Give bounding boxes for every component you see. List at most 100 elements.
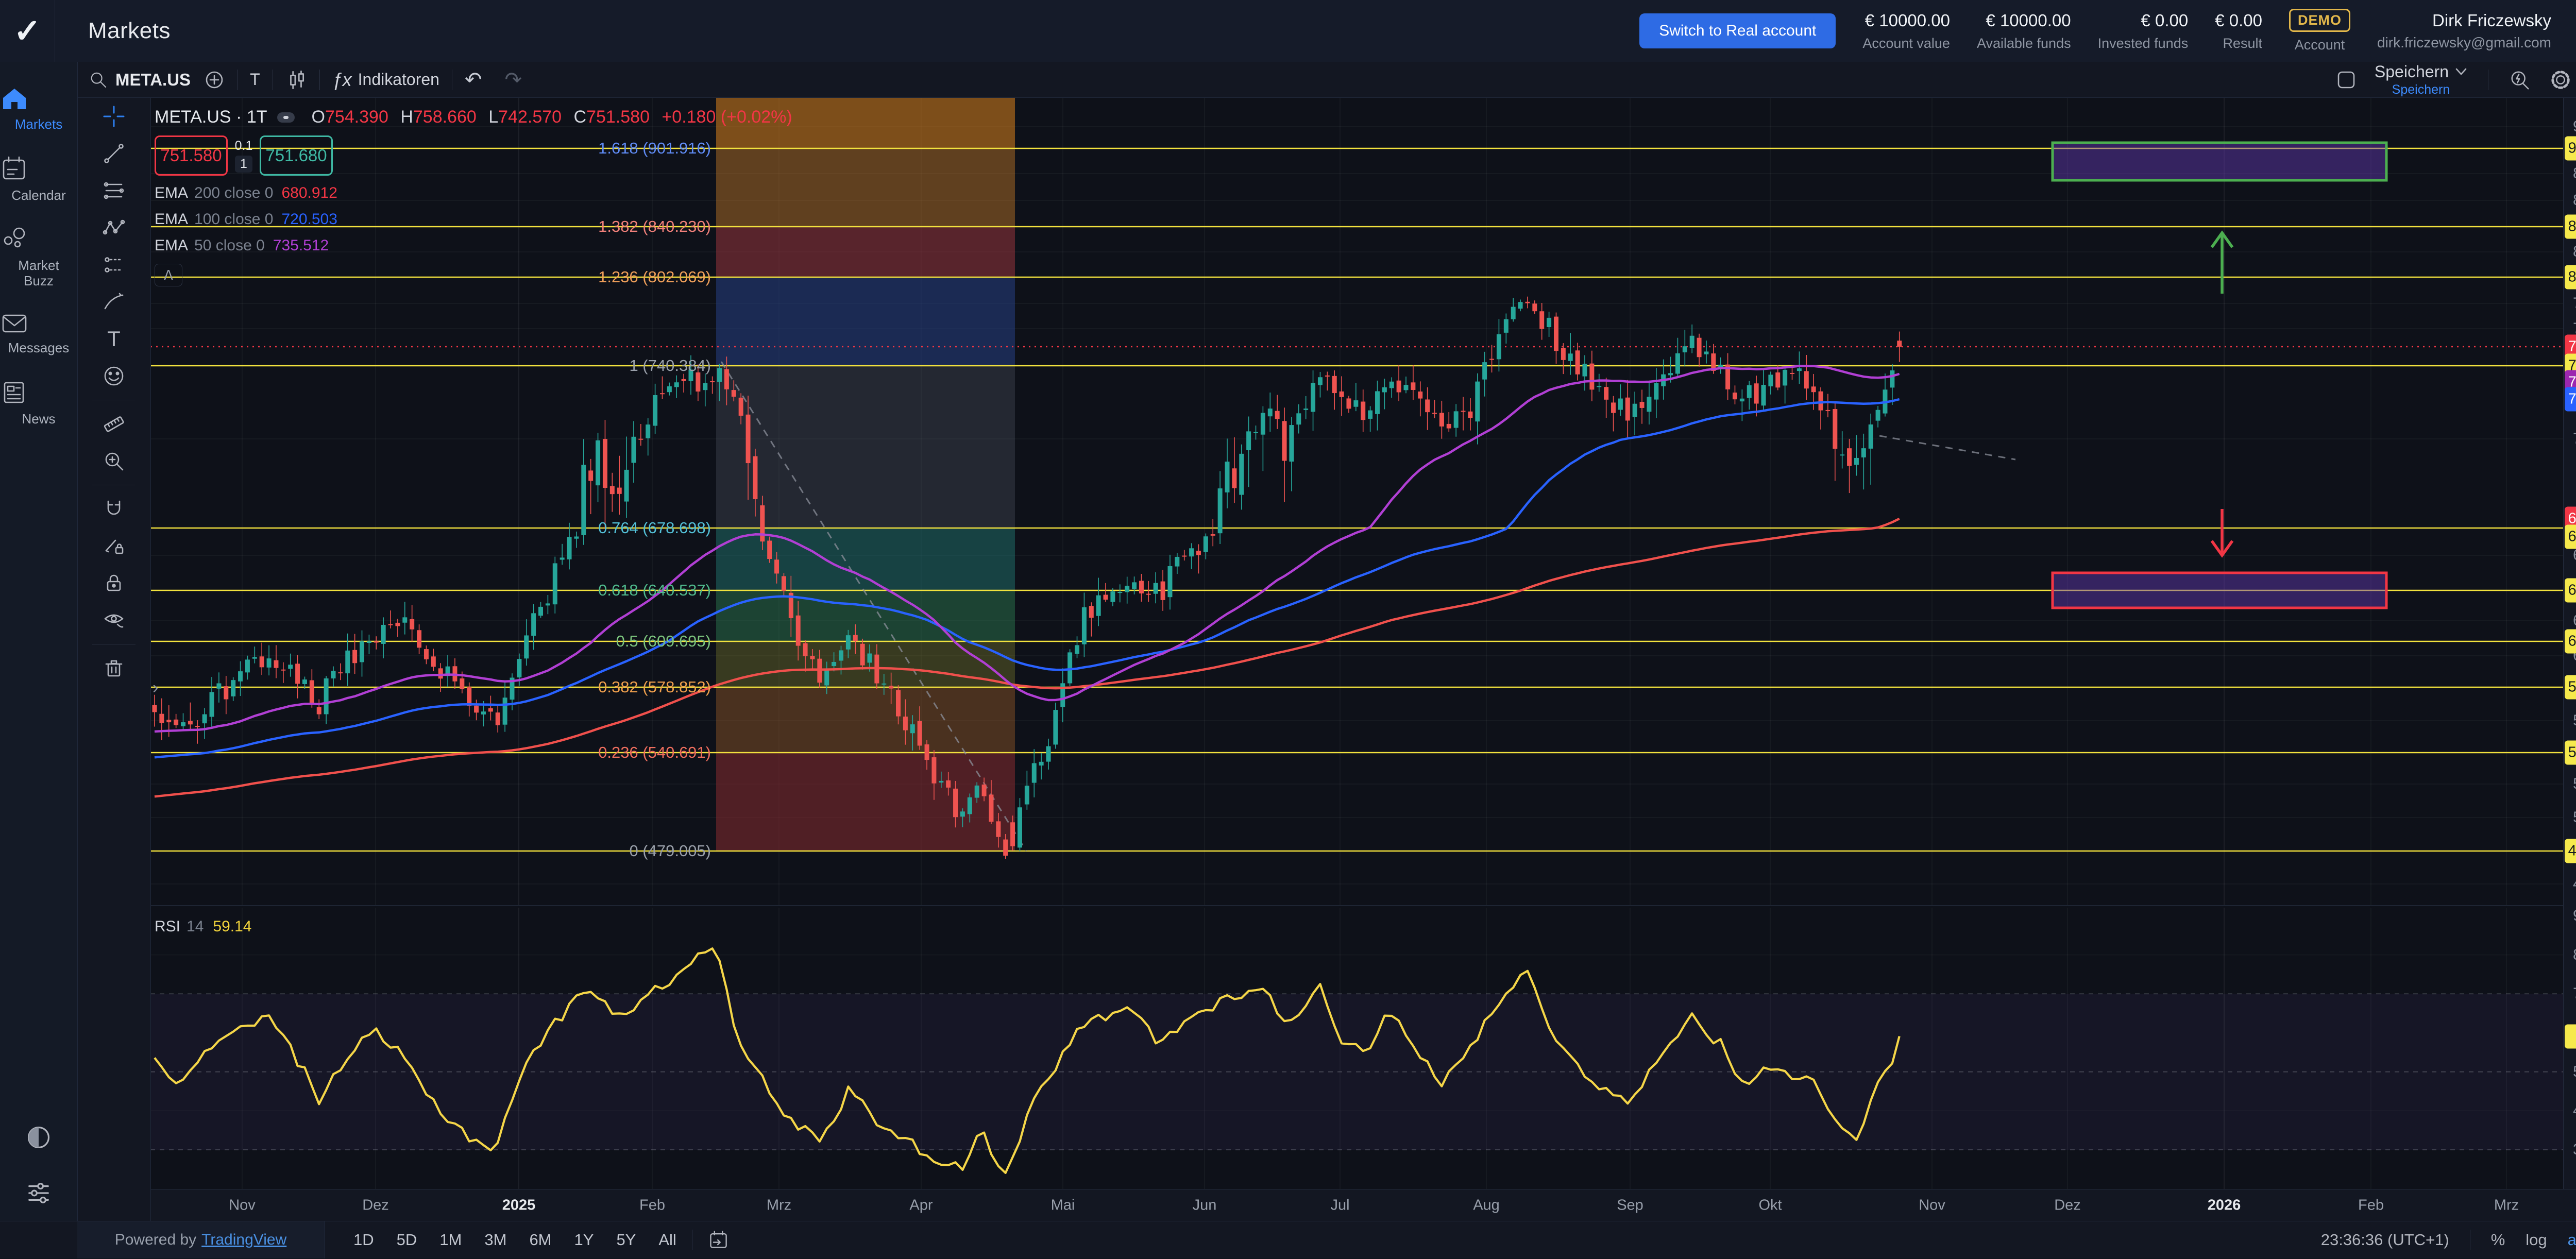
log-scale-button[interactable]: log [2526, 1231, 2547, 1249]
indicator-legend-ema100[interactable]: EMA100 close 0720.503 [155, 211, 792, 228]
candle-body [1232, 468, 1236, 488]
symbol-search-button[interactable]: META.US [89, 70, 191, 90]
candle-body [1754, 383, 1759, 403]
range-button-1Y[interactable]: 1Y [574, 1231, 594, 1249]
rsi-legend[interactable]: RSI1459.14 [155, 918, 251, 935]
theme-toggle[interactable] [24, 1123, 53, 1152]
symbol-menu-icon[interactable] [277, 112, 295, 123]
app-sidebar: Markets Calendar Market Buzz Messages Ne… [0, 62, 78, 1258]
tool-projection[interactable] [77, 246, 150, 283]
undo-icon[interactable]: ↶ [465, 68, 482, 92]
price-tick: 660.000 [2573, 547, 2576, 564]
fib-band [716, 277, 1015, 366]
percent-scale-button[interactable]: % [2491, 1231, 2505, 1249]
candle-body [295, 663, 300, 684]
save-layout-button[interactable]: Speichern Speichern [2375, 62, 2467, 97]
tradingview-link[interactable]: TradingView [201, 1231, 286, 1249]
pane-separator[interactable] [150, 905, 2563, 906]
sell-button[interactable]: 751.580 [155, 135, 228, 176]
buy-button[interactable]: 751.680 [260, 135, 333, 176]
sidebar-item-markets[interactable]: Markets [0, 84, 77, 132]
candle-body [1804, 371, 1809, 388]
range-button-1D[interactable]: 1D [353, 1231, 374, 1249]
candle-body [517, 659, 521, 677]
candle-body [1239, 454, 1244, 495]
ohlc-key: H [400, 107, 413, 127]
go-to-date-button[interactable] [708, 1229, 730, 1251]
symbol-title[interactable]: META.US · 1T [155, 107, 267, 127]
tool-hide-drawings[interactable] [77, 602, 150, 639]
tool-text[interactable]: T [77, 320, 150, 358]
quick-search-button[interactable] [2509, 69, 2532, 91]
candle-body [1847, 448, 1852, 466]
tool-fib-retracement[interactable] [77, 172, 150, 209]
time-axis[interactable]: NovDez2025FebMrzAprMaiJunJulAugSepOktNov… [0, 1189, 2576, 1221]
redo-icon[interactable]: ↷ [504, 68, 522, 92]
layout-button[interactable] [2335, 69, 2357, 91]
sidebar-item-messages[interactable]: Messages [0, 311, 77, 355]
range-button-All[interactable]: All [658, 1231, 676, 1249]
range-button-5D[interactable]: 5D [397, 1231, 417, 1249]
tool-brush[interactable] [77, 283, 150, 320]
toolbar-divider [237, 70, 238, 90]
user-email: dirk.friczewsky@gmail.com [2377, 35, 2551, 51]
sidebar-item-market-buzz[interactable]: Market Buzz [0, 226, 77, 288]
range-button-1M[interactable]: 1M [439, 1231, 462, 1249]
price-chip-level: 640.537 [2565, 579, 2576, 603]
rsi-tick: 30.00 [2573, 1141, 2576, 1159]
interval-button[interactable]: T [250, 70, 260, 89]
tool-emoji[interactable] [77, 358, 150, 395]
legend-collapse-button[interactable]: ᐱ [155, 264, 182, 286]
clock[interactable]: 23:36:36 (UTC+1) [2321, 1231, 2449, 1249]
tool-drawing-lock[interactable] [77, 528, 150, 565]
app-logo[interactable]: ✓ [0, 0, 55, 62]
auto-scale-button[interactable]: auto [2568, 1231, 2576, 1249]
candle-body [882, 684, 886, 685]
candle-body [538, 607, 543, 616]
price-tick: 820.000 [2573, 243, 2576, 261]
candle-body [288, 665, 293, 669]
tool-trend-line[interactable] [77, 135, 150, 172]
candle-body [782, 576, 786, 590]
tool-lock-all[interactable] [77, 565, 150, 602]
indicator-legend-ema50[interactable]: EMA50 close 0735.512 [155, 237, 792, 254]
tool-zoom-in[interactable] [77, 443, 150, 480]
candle-body [896, 690, 901, 717]
chart-style-button[interactable] [285, 69, 307, 91]
tool-measure[interactable] [77, 405, 150, 443]
sliders-icon [24, 1179, 53, 1207]
sidebar-item-calendar[interactable]: Calendar [0, 155, 77, 203]
candle-body [238, 671, 243, 682]
candle-body [402, 617, 407, 622]
price-tick: 880.000 [2573, 165, 2576, 182]
chart-settings-button[interactable] [2549, 69, 2572, 91]
tool-remove-drawings[interactable] [77, 650, 150, 687]
eye-off-icon [102, 608, 126, 632]
indicator-legend-ema200[interactable]: EMA200 close 0680.912 [155, 184, 792, 202]
range-button-6M[interactable]: 6M [529, 1231, 551, 1249]
candle-body [1511, 307, 1516, 319]
time-tick: Nov [229, 1197, 256, 1214]
indicators-button[interactable]: ƒx Indikatoren [332, 69, 439, 91]
ohlc-low: 742.570 [498, 107, 562, 127]
toolbar-expand-chevron[interactable]: › [152, 678, 158, 698]
price-axis[interactable]: 920.000880.000860.000820.000780.000760.0… [2564, 98, 2576, 1189]
candle-body [925, 744, 929, 760]
compare-add-button[interactable] [204, 70, 225, 90]
switch-to-real-account-button[interactable]: Switch to Real account [1639, 13, 1836, 48]
range-button-5Y[interactable]: 5Y [616, 1231, 636, 1249]
save-label: Speichern [2375, 62, 2449, 81]
range-button-3M[interactable]: 3M [484, 1231, 506, 1249]
sidebar-item-news[interactable]: News [0, 378, 77, 427]
candle-body [1382, 387, 1387, 393]
preferences-button[interactable] [24, 1179, 53, 1207]
candle-body [1053, 710, 1058, 744]
home-icon [0, 84, 29, 111]
candle-body [1353, 400, 1358, 407]
rsi-value-chip: 59.14 [2565, 1024, 2576, 1048]
tool-pattern[interactable] [77, 209, 150, 246]
tool-magnet[interactable] [77, 490, 150, 528]
candle-body [1825, 410, 1830, 411]
tool-crosshair[interactable] [77, 98, 150, 135]
rsi-pane[interactable] [150, 908, 2563, 1189]
